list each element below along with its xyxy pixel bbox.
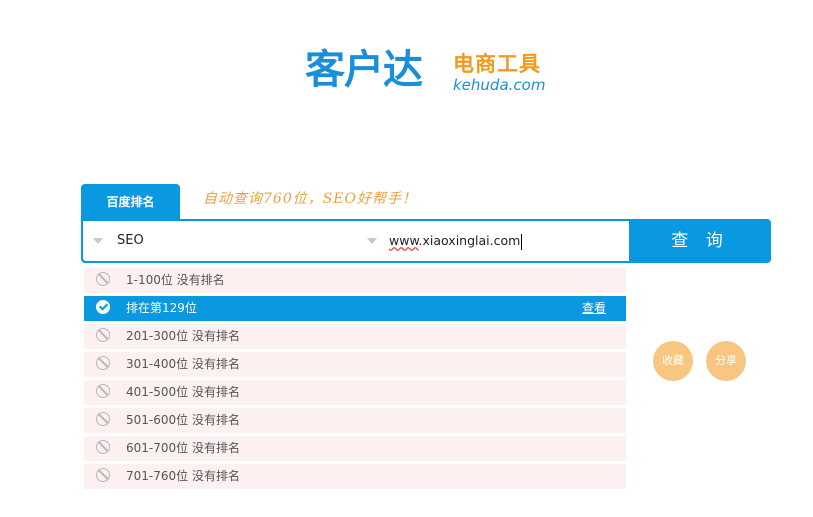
result-row-found[interactable]: 排在第129位 查看 bbox=[84, 296, 626, 321]
result-label: 701-760位 没有排名 bbox=[126, 469, 240, 483]
url-rest: .xiaoxinglai.com bbox=[418, 233, 521, 248]
share-button[interactable]: 分享 bbox=[706, 341, 746, 381]
check-circle-icon bbox=[96, 300, 110, 314]
url-input[interactable]: www.xiaoxinglai.com bbox=[361, 221, 629, 261]
result-label: 排在第129位 bbox=[126, 301, 197, 315]
result-row: 201-300位 没有排名 bbox=[84, 324, 626, 349]
keyword-select[interactable]: SEO bbox=[83, 221, 355, 261]
no-entry-icon bbox=[96, 272, 110, 286]
result-label: 401-500位 没有排名 bbox=[126, 385, 240, 399]
tab-baidu-ranking[interactable]: 百度排名 bbox=[81, 184, 180, 220]
result-row: 301-400位 没有排名 bbox=[84, 352, 626, 377]
view-link[interactable]: 查看 bbox=[582, 296, 606, 321]
no-entry-icon bbox=[96, 356, 110, 370]
results-list: 1-100位 没有排名 排在第129位 查看 201-300位 没有排名 301… bbox=[84, 268, 626, 492]
logo-domain-text: kehuda.com bbox=[453, 76, 546, 94]
kehuda-logo: 客户达 电商工具 kehuda.com bbox=[305, 46, 555, 106]
search-bar: SEO www.xiaoxinglai.com 查 询 bbox=[81, 219, 771, 263]
result-row: 401-500位 没有排名 bbox=[84, 380, 626, 405]
no-entry-icon bbox=[96, 412, 110, 426]
result-row: 601-700位 没有排名 bbox=[84, 436, 626, 461]
no-entry-icon bbox=[96, 384, 110, 398]
logo-main-text: 客户达 bbox=[305, 47, 423, 93]
result-label: 201-300位 没有排名 bbox=[126, 329, 240, 343]
search-input-area: SEO www.xiaoxinglai.com bbox=[83, 221, 629, 261]
no-entry-icon bbox=[96, 468, 110, 482]
result-row: 501-600位 没有排名 bbox=[84, 408, 626, 433]
no-entry-icon bbox=[96, 440, 110, 454]
query-button[interactable]: 查 询 bbox=[629, 219, 771, 263]
result-label: 601-700位 没有排名 bbox=[126, 441, 240, 455]
logo-sub-text: 电商工具 bbox=[453, 52, 541, 76]
url-www: www bbox=[389, 233, 419, 248]
chevron-down-icon[interactable] bbox=[367, 238, 377, 244]
result-label: 501-600位 没有排名 bbox=[126, 413, 240, 427]
favorite-button[interactable]: 收藏 bbox=[653, 341, 693, 381]
url-value[interactable]: www.xiaoxinglai.com bbox=[389, 221, 523, 261]
result-row: 701-760位 没有排名 bbox=[84, 464, 626, 489]
result-row: 1-100位 没有排名 bbox=[84, 268, 626, 293]
result-label: 301-400位 没有排名 bbox=[126, 357, 240, 371]
slogan-text: 自动查询760位，SEO好帮手！ bbox=[203, 191, 418, 207]
no-entry-icon bbox=[96, 328, 110, 342]
result-label: 1-100位 没有排名 bbox=[126, 273, 225, 287]
keyword-value[interactable]: SEO bbox=[117, 221, 144, 261]
text-caret bbox=[521, 233, 523, 250]
chevron-down-icon[interactable] bbox=[93, 238, 103, 244]
